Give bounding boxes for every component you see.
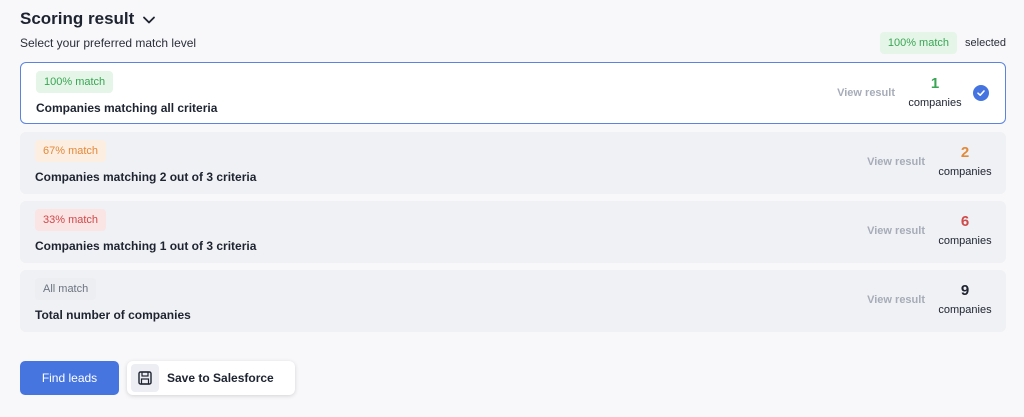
option-label: Companies matching 2 out of 3 criteria bbox=[35, 170, 257, 184]
match-option-33[interactable]: 33% match Companies matching 1 out of 3 … bbox=[20, 201, 1006, 263]
option-label: Total number of companies bbox=[35, 308, 191, 322]
view-result-link[interactable]: View result bbox=[867, 156, 925, 168]
company-count: 6 bbox=[960, 213, 970, 230]
floppy-disk-icon bbox=[131, 364, 159, 392]
company-count-unit: companies bbox=[938, 235, 992, 247]
selected-indicator: 100% match selected bbox=[879, 32, 1006, 54]
option-label: Companies matching all criteria bbox=[36, 101, 218, 115]
save-to-salesforce-button[interactable]: Save to Salesforce bbox=[127, 361, 295, 395]
check-circle-icon bbox=[973, 85, 989, 101]
company-count: 1 bbox=[930, 75, 940, 92]
match-option-all[interactable]: All match Total number of companies View… bbox=[20, 270, 1006, 332]
company-count: 2 bbox=[960, 144, 970, 161]
view-result-link[interactable]: View result bbox=[867, 294, 925, 306]
match-option-67[interactable]: 67% match Companies matching 2 out of 3 … bbox=[20, 132, 1006, 194]
option-label: Companies matching 1 out of 3 criteria bbox=[35, 239, 257, 253]
scoring-result-header[interactable]: Scoring result bbox=[20, 9, 156, 29]
company-count-unit: companies bbox=[908, 97, 962, 109]
page-title: Scoring result bbox=[20, 9, 135, 28]
view-result-link[interactable]: View result bbox=[837, 87, 895, 99]
company-count-unit: companies bbox=[938, 304, 992, 316]
match-badge: All match bbox=[35, 278, 97, 300]
scoring-result-panel: Scoring result Select your preferred mat… bbox=[0, 0, 1024, 417]
match-badge: 67% match bbox=[35, 140, 107, 162]
company-count-unit: companies bbox=[938, 166, 992, 178]
selected-label: selected bbox=[965, 37, 1006, 49]
chevron-down-icon[interactable] bbox=[142, 13, 156, 27]
save-to-salesforce-label: Save to Salesforce bbox=[167, 371, 274, 385]
find-leads-button[interactable]: Find leads bbox=[20, 361, 119, 395]
match-badge: 33% match bbox=[35, 209, 107, 231]
match-level-instruction: Select your preferred match level bbox=[20, 36, 197, 50]
match-option-100[interactable]: 100% match Companies matching all criter… bbox=[20, 62, 1006, 124]
company-count: 9 bbox=[960, 282, 970, 299]
view-result-link[interactable]: View result bbox=[867, 225, 925, 237]
match-badge: 100% match bbox=[36, 71, 114, 93]
selected-match-badge: 100% match bbox=[879, 32, 958, 54]
